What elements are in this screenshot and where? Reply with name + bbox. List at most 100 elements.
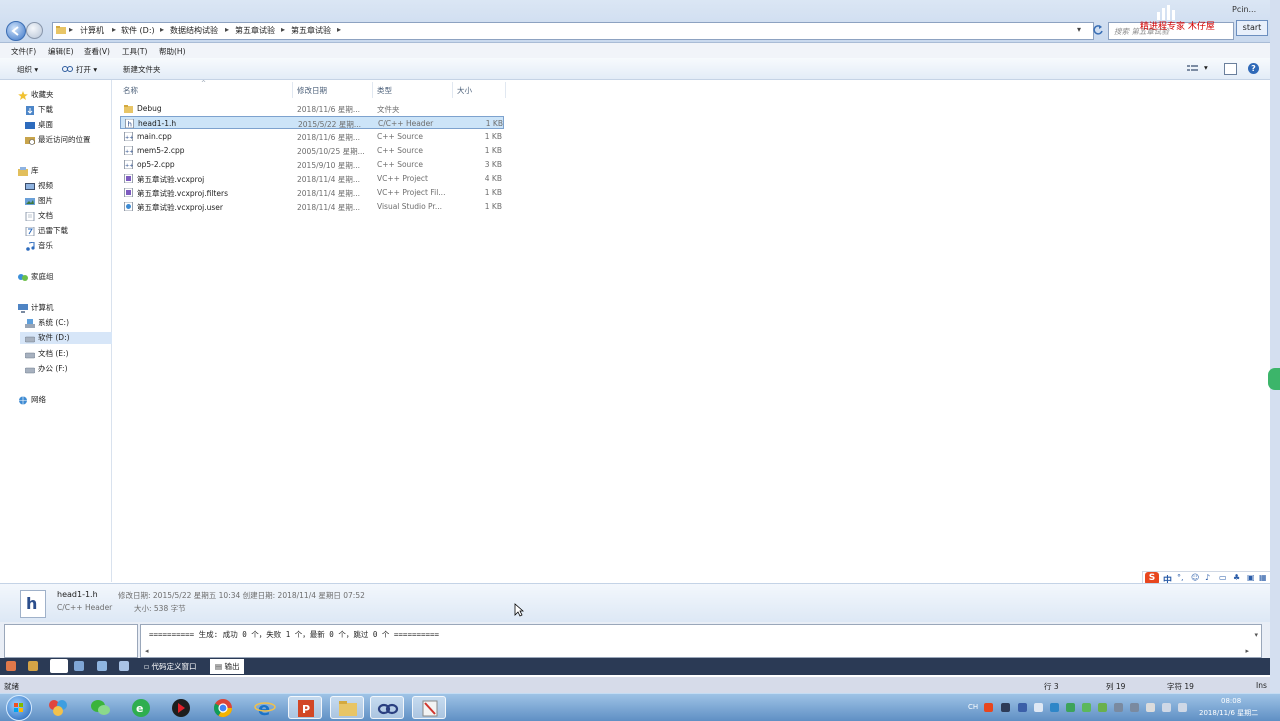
file-row[interactable]: 第五章试验.vcxproj 2018/11/4 星期... VC++ Proje… [120,172,504,185]
taskbar-visual-studio[interactable] [370,696,404,719]
column-divider[interactable] [452,82,453,98]
tray-flag-icon[interactable] [1146,703,1155,712]
start-button[interactable] [6,695,32,721]
file-row-selected[interactable]: h head1-1.h 2015/5/22 星期... C/C++ Header… [120,116,504,129]
organize-button[interactable]: 组织 ▾ [17,64,38,75]
tray-cloud-icon[interactable] [1034,703,1043,712]
address-input[interactable]: ▸ 计算机 ▸ 软件 (D:) ▸ 数据结构试验 ▸ 第五章试验 ▸ 第五章试验… [52,22,1094,40]
file-row[interactable]: ++ mem5-2.cpp 2005/10/25 星期... C++ Sourc… [120,144,504,157]
file-row[interactable]: 第五章试验.vcxproj.filters 2018/11/4 星期... VC… [120,186,504,199]
nav-drive-c[interactable]: 系统 (C:) [25,317,69,329]
nav-homegroup[interactable]: 家庭组 [18,271,54,283]
output-window[interactable]: ========== 生成: 成功 0 个，失败 1 个，最新 0 个，跳过 0… [140,624,1262,658]
nav-xunlei[interactable]: 迅雷下载 [25,225,68,237]
dropdown-arrow-icon[interactable]: ▾ [1077,25,1081,34]
nav-music[interactable]: 音乐 [25,240,53,252]
tray-nvidia-icon[interactable] [1098,703,1107,712]
tray-app-icon[interactable] [1001,703,1010,712]
nav-drive-f[interactable]: 办公 (F:) [25,363,68,375]
tray-bluetooth-icon[interactable] [1114,703,1123,712]
taskbar-ie[interactable]: e [248,696,282,719]
breadcrumb-folder-3[interactable]: 第五章试验 [291,25,331,36]
view-dropdown-icon[interactable]: ▾ [1204,63,1208,72]
column-header-size[interactable]: 大小 [457,85,472,96]
back-button[interactable] [6,21,26,41]
property-tab-icon[interactable] [50,659,68,673]
column-header-date[interactable]: 修改日期 [297,85,327,96]
class-view-icon[interactable] [28,661,38,671]
taskbar-app-colorful[interactable] [42,696,76,719]
column-header-type[interactable]: 类型 [377,85,392,96]
file-row[interactable]: ++ op5-2.cpp 2015/9/10 星期... C++ Source … [120,158,504,171]
team-explorer-icon[interactable] [74,661,84,671]
view-options-icon[interactable] [1187,64,1199,73]
refresh-icon[interactable] [1092,24,1104,36]
clock-date[interactable]: 2018/11/6 星期二 [1199,708,1258,718]
microphone-icon[interactable]: ♪ [1205,573,1210,582]
breadcrumb-computer[interactable]: 计算机 [80,25,104,36]
menu-file[interactable]: 文件(F) [11,46,36,57]
language-indicator[interactable]: CH [968,703,978,711]
taskbar-chrome[interactable] [206,696,240,719]
column-divider[interactable] [372,82,373,98]
tray-monitor-icon[interactable] [1162,703,1171,712]
file-row[interactable]: 第五章试验.vcxproj.user 2018/11/4 星期... Visua… [120,200,504,213]
taskbar-powerpoint[interactable]: P [288,696,322,719]
sogou-tray-icon[interactable] [984,703,993,712]
nav-downloads[interactable]: 下载 [25,104,53,116]
tray-shield-icon[interactable] [1066,703,1075,712]
scroll-down-icon[interactable]: ▾ [1254,631,1258,639]
file-row[interactable]: Debug 2018/11/6 星期... 文件夹 [120,102,504,115]
nav-computer[interactable]: 计算机 [18,302,54,314]
taskbar-paint[interactable] [412,696,446,719]
tray-device-icon[interactable] [1130,703,1139,712]
nav-documents[interactable]: 文档 [25,210,53,222]
nav-pictures[interactable]: 图片 [25,195,53,207]
skin-icon[interactable]: ♣ [1233,573,1240,582]
toolbox-tab-icon[interactable] [97,661,107,671]
preview-pane-icon[interactable] [1224,63,1237,75]
resource-view-icon[interactable] [119,661,129,671]
open-button[interactable]: 打开 ▾ [76,64,97,75]
column-header-name[interactable]: 名称 [123,85,138,96]
tray-security-icon[interactable] [1082,703,1091,712]
menu-tools[interactable]: 工具(T) [122,46,147,57]
clock-time[interactable]: 08:08 [1221,697,1241,705]
punctuation-icon[interactable]: °, [1177,573,1184,582]
nav-drive-d[interactable]: 软件 (D:) [20,332,115,344]
taskbar-explorer[interactable] [330,696,364,719]
scroll-right-icon[interactable]: ▸ [1245,647,1249,655]
help-icon[interactable]: ? [1248,63,1259,74]
taskbar-wechat[interactable] [84,696,118,719]
column-divider[interactable] [292,82,293,98]
tab-output[interactable]: ▤ 输出 [210,659,245,674]
toolbox-icon[interactable]: ▣ [1247,573,1255,582]
solution-explorer-icon[interactable] [6,661,16,671]
tab-code-definition[interactable]: ▫ 代码定义窗口 [144,661,196,672]
taskbar-video-player[interactable] [164,696,198,719]
nav-favorites[interactable]: 收藏夹 [18,89,54,101]
nav-recent[interactable]: 最近访问的位置 [25,134,91,146]
menu-edit[interactable]: 编辑(E) [48,46,74,57]
forward-button[interactable] [26,22,43,39]
breadcrumb-folder-1[interactable]: 数据结构试验 [170,25,218,36]
nav-desktop[interactable]: 桌面 [25,119,53,131]
file-row[interactable]: ++ main.cpp 2018/11/6 星期... C++ Source 1… [120,130,504,143]
volume-icon[interactable] [1178,703,1187,712]
menu-help[interactable]: 帮助(H) [159,46,186,57]
breadcrumb-folder-2[interactable]: 第五章试验 [235,25,275,36]
taskbar-browser-e[interactable]: e [124,696,158,719]
nav-network[interactable]: 网络 [18,394,46,406]
breadcrumb-drive-d[interactable]: 软件 (D:) [121,25,155,36]
nav-videos[interactable]: 视频 [25,180,53,192]
emoji-icon[interactable]: ☺ [1191,573,1199,582]
keyboard-icon[interactable]: ▭ [1219,573,1227,582]
side-widget-icon[interactable] [1268,368,1280,390]
nav-libraries[interactable]: 库 [18,165,39,177]
menu-icon[interactable]: ▦ [1259,573,1267,582]
column-divider[interactable] [505,82,506,98]
tray-vs-icon[interactable] [1018,703,1027,712]
scroll-left-icon[interactable]: ◂ [145,647,149,655]
nav-drive-e[interactable]: 文档 (E:) [25,348,69,360]
tray-network-app-icon[interactable] [1050,703,1059,712]
